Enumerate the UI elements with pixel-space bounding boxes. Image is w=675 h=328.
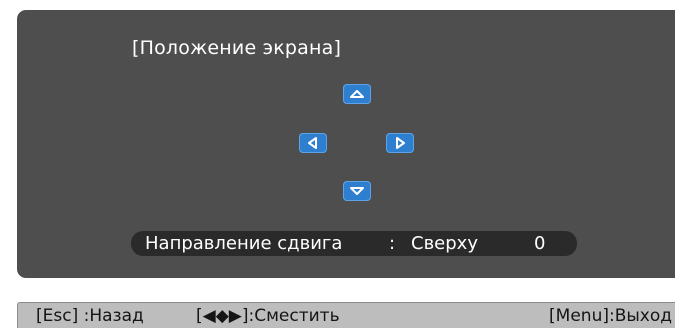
projector-menu-screen: [Положение экрана] Направление сдвига : <box>0 0 675 328</box>
shift-up-button[interactable] <box>343 84 371 104</box>
arrow-down-icon <box>350 187 364 195</box>
status-direction-value: Сверху <box>411 233 478 254</box>
arrow-left-icon <box>308 137 317 149</box>
status-separator: : <box>389 233 396 254</box>
status-label: Направление сдвига <box>145 233 343 254</box>
arrow-up-icon <box>350 90 364 98</box>
shift-down-button[interactable] <box>343 181 371 201</box>
key-hints-footer: [Esc] :Назад [◀◆▶]:Сместить [Menu]:Выход <box>17 302 675 328</box>
shift-direction-status[interactable]: Направление сдвига : Сверху 0 <box>131 231 577 256</box>
exit-key-hint: [Menu]:Выход <box>549 306 672 326</box>
screen-position-panel: [Положение экрана] Направление сдвига : <box>17 10 675 278</box>
arrow-right-icon <box>396 137 405 149</box>
shift-left-button[interactable] <box>299 133 327 153</box>
back-key-hint: [Esc] :Назад <box>36 306 144 326</box>
status-amount-value: 0 <box>534 233 546 254</box>
panel-title: [Положение экрана] <box>132 37 342 59</box>
shift-right-button[interactable] <box>386 133 414 153</box>
move-key-hint: [◀◆▶]:Сместить <box>196 306 340 326</box>
